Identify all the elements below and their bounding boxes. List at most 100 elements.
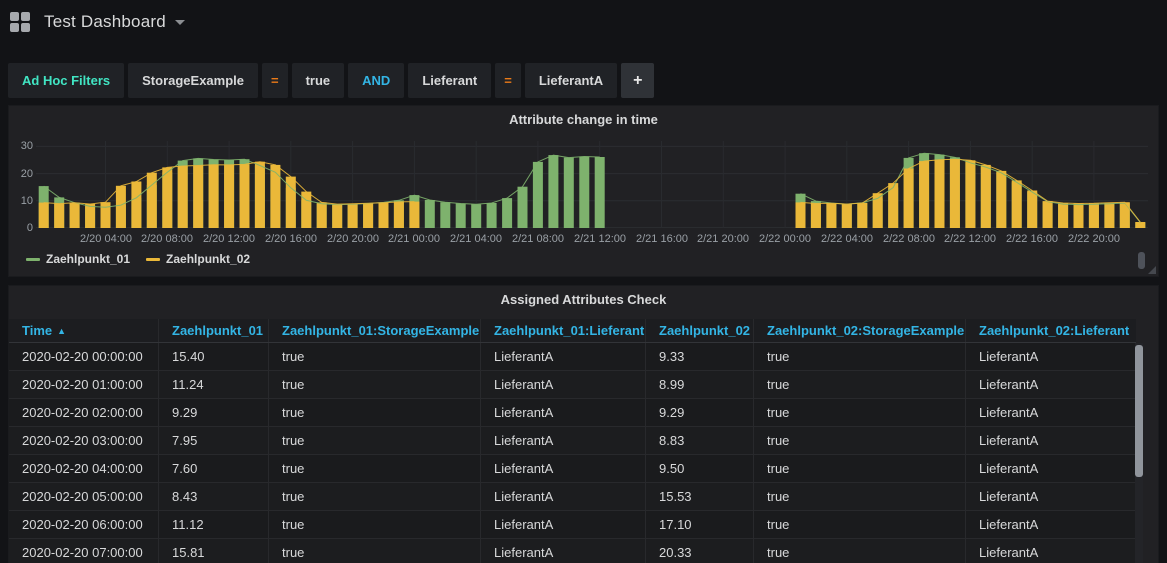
x-tick-label: 2/22 00:00 <box>752 233 818 245</box>
table-cell: LieferantA <box>966 371 1136 398</box>
table-cell: true <box>754 511 966 538</box>
x-tick-label: 2/22 16:00 <box>999 233 1065 245</box>
filter-value-lieferanta[interactable]: LieferantA <box>525 63 617 98</box>
table-row: 2020-02-20 04:00:007.60trueLieferantA9.5… <box>9 455 1136 483</box>
table-cell: true <box>269 455 481 482</box>
table-cell: true <box>754 539 966 563</box>
filter-value-true[interactable]: true <box>292 63 345 98</box>
table-cell: true <box>754 483 966 510</box>
table-cell: 9.29 <box>159 399 269 426</box>
column-header-zaehlpunkt_02[interactable]: Zaehlpunkt_02 <box>646 319 754 342</box>
chart-scrollbar-thumb[interactable] <box>1138 252 1145 269</box>
table-cell: 8.83 <box>646 427 754 454</box>
grafana-dashboard: Test Dashboard Ad Hoc Filters StorageExa… <box>0 0 1167 563</box>
legend-item-zaehlpunkt_02[interactable]: Zaehlpunkt_02 <box>146 252 250 266</box>
sort-ascending-icon: ▲ <box>57 326 66 336</box>
table-cell: 20.33 <box>646 539 754 563</box>
legend-series-label: Zaehlpunkt_02 <box>166 252 250 266</box>
table-cell: 9.33 <box>646 343 754 370</box>
column-header-zaehlpunkt_01[interactable]: Zaehlpunkt_01 <box>159 319 269 342</box>
table-cell: LieferantA <box>966 511 1136 538</box>
table-cell: true <box>269 483 481 510</box>
chart-panel-title[interactable]: Attribute change in time <box>9 112 1158 127</box>
table-cell: 17.10 <box>646 511 754 538</box>
x-tick-label: 2/20 08:00 <box>134 233 200 245</box>
x-tick-label: 2/22 20:00 <box>1061 233 1127 245</box>
x-tick-label: 2/22 08:00 <box>876 233 942 245</box>
table-cell: 2020-02-20 00:00:00 <box>9 343 159 370</box>
y-tick-label: 10 <box>11 195 33 207</box>
table-cell: true <box>754 371 966 398</box>
chart-y-axis: 0102030 <box>11 141 35 228</box>
table-cell: LieferantA <box>481 539 646 563</box>
table-cell: 2020-02-20 05:00:00 <box>9 483 159 510</box>
table-row: 2020-02-20 01:00:0011.24trueLieferantA8.… <box>9 371 1136 399</box>
column-header-time[interactable]: Time▲ <box>9 319 159 342</box>
table-cell: 11.24 <box>159 371 269 398</box>
x-tick-label: 2/21 20:00 <box>690 233 756 245</box>
table-cell: 2020-02-20 06:00:00 <box>9 511 159 538</box>
chart-legend: Zaehlpunkt_01 Zaehlpunkt_02 <box>26 252 250 266</box>
column-header-zaehlpunkt_01:storageexample[interactable]: Zaehlpunkt_01:StorageExample <box>269 319 481 342</box>
table-cell: LieferantA <box>966 399 1136 426</box>
legend-item-zaehlpunkt_01[interactable]: Zaehlpunkt_01 <box>26 252 130 266</box>
x-tick-label: 2/21 04:00 <box>443 233 509 245</box>
table-cell: LieferantA <box>966 427 1136 454</box>
filter-op-=[interactable]: = <box>495 63 521 98</box>
dashboard-title[interactable]: Test Dashboard <box>44 12 166 32</box>
column-header-zaehlpunkt_02:lieferant[interactable]: Zaehlpunkt_02:Lieferant <box>966 319 1136 342</box>
table-cell: true <box>269 511 481 538</box>
chart-x-axis: 2/20 04:002/20 08:002/20 12:002/20 16:00… <box>36 233 1148 247</box>
x-tick-label: 2/20 12:00 <box>196 233 262 245</box>
table-cell: true <box>754 343 966 370</box>
table-row: 2020-02-20 03:00:007.95trueLieferantA8.8… <box>9 427 1136 455</box>
x-tick-label: 2/21 12:00 <box>567 233 633 245</box>
table-cell: true <box>754 455 966 482</box>
x-tick-label: 2/22 04:00 <box>814 233 880 245</box>
chart-panel: Attribute change in time 0102030 2/20 04… <box>8 105 1159 277</box>
legend-series-color-icon <box>26 258 40 261</box>
table-cell: 2020-02-20 07:00:00 <box>9 539 159 563</box>
add-filter-button[interactable]: + <box>621 63 654 98</box>
column-header-zaehlpunkt_02:storageexample[interactable]: Zaehlpunkt_02:StorageExample <box>754 319 966 342</box>
column-header-zaehlpunkt_01:lieferant[interactable]: Zaehlpunkt_01:Lieferant <box>481 319 646 342</box>
top-navbar: Test Dashboard <box>0 0 1167 44</box>
table-cell: true <box>754 427 966 454</box>
filter-key-storageexample[interactable]: StorageExample <box>128 63 258 98</box>
y-tick-label: 20 <box>11 168 33 180</box>
table-row: 2020-02-20 05:00:008.43trueLieferantA15.… <box>9 483 1136 511</box>
table-cell: 2020-02-20 02:00:00 <box>9 399 159 426</box>
table-cell: LieferantA <box>966 343 1136 370</box>
table-panel-title[interactable]: Assigned Attributes Check <box>9 292 1158 307</box>
dashboard-grid-icon[interactable] <box>10 12 30 32</box>
chevron-down-icon[interactable] <box>175 20 185 25</box>
table-cell: true <box>269 399 481 426</box>
table-cell: 11.12 <box>159 511 269 538</box>
table-cell: 8.43 <box>159 483 269 510</box>
x-tick-label: 2/21 00:00 <box>381 233 447 245</box>
table-cell: LieferantA <box>481 455 646 482</box>
filter-cond-and[interactable]: AND <box>348 63 404 98</box>
x-tick-label: 2/22 12:00 <box>937 233 1003 245</box>
table-row: 2020-02-20 00:00:0015.40trueLieferantA9.… <box>9 343 1136 371</box>
table-header-row: Time▲Zaehlpunkt_01Zaehlpunkt_01:StorageE… <box>9 319 1136 343</box>
table-cell: 15.81 <box>159 539 269 563</box>
table-cell: LieferantA <box>481 427 646 454</box>
filter-key-lieferant[interactable]: Lieferant <box>408 63 491 98</box>
x-tick-label: 2/20 16:00 <box>258 233 324 245</box>
table-scrollbar-thumb[interactable] <box>1135 345 1143 477</box>
table-row: 2020-02-20 02:00:009.29trueLieferantA9.2… <box>9 399 1136 427</box>
panel-resize-handle[interactable] <box>1148 266 1156 274</box>
table-cell: 2020-02-20 01:00:00 <box>9 371 159 398</box>
legend-series-color-icon <box>146 258 160 261</box>
table-row: 2020-02-20 07:00:0015.81 true LieferantA20… <box>9 539 1136 563</box>
chart-plot-area <box>36 141 1148 228</box>
attributes-table: Time▲Zaehlpunkt_01Zaehlpunkt_01:StorageE… <box>9 319 1136 563</box>
table-cell: 15.53 <box>646 483 754 510</box>
table-cell: LieferantA <box>481 371 646 398</box>
table-cell: LieferantA <box>481 399 646 426</box>
table-cell: LieferantA <box>966 483 1136 510</box>
adhoc-filters-row: Ad Hoc Filters StorageExample=trueANDLie… <box>8 63 654 98</box>
filter-op-=[interactable]: = <box>262 63 288 98</box>
adhoc-filters-label: Ad Hoc Filters <box>8 63 124 98</box>
